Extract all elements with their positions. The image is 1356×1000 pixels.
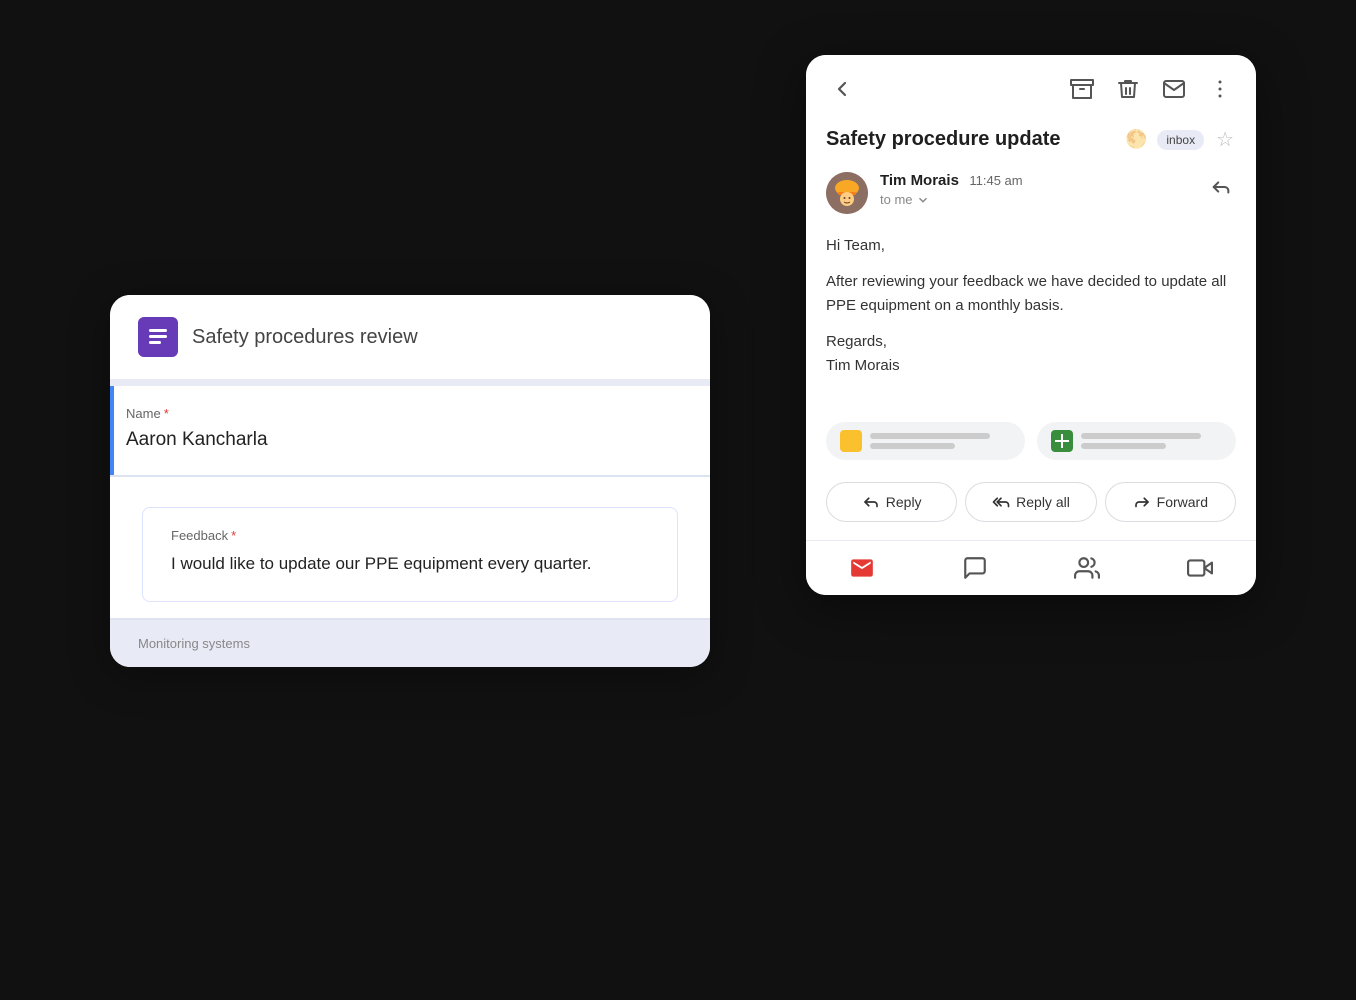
delete-button[interactable] (1112, 73, 1144, 105)
reply-button[interactable]: Reply (826, 482, 957, 522)
mail-nav-icon (849, 555, 875, 581)
email-greeting: Hi Team, (826, 234, 1236, 258)
nav-meet[interactable] (1144, 541, 1257, 595)
feedback-value: I would like to update our PPE equipment… (171, 551, 649, 577)
forms-card: Safety procedures review Name* Aaron Kan… (110, 295, 710, 667)
reply-action-icon (862, 493, 880, 511)
next-field: Monitoring systems (110, 620, 710, 667)
email-body-paragraph: After reviewing your feedback we have de… (826, 270, 1236, 318)
forms-header: Safety procedures review (110, 295, 710, 380)
smart-replies (806, 410, 1256, 472)
chevron-down-icon (916, 193, 930, 207)
subject-emoji: 🌕 (1125, 129, 1147, 150)
nav-spaces[interactable] (1031, 541, 1144, 595)
smart-reply-chip-1[interactable] (826, 422, 1025, 460)
feedback-wrapper: Feedback* I would like to update our PPE… (110, 477, 710, 602)
sender-avatar (826, 172, 868, 214)
sender-to-row[interactable]: to me (880, 192, 1194, 207)
sender-info: Tim Morais 11:45 am to me (880, 172, 1194, 207)
sender-name-row: Tim Morais 11:45 am (880, 172, 1194, 190)
forward-button[interactable]: Forward (1105, 482, 1236, 522)
star-button[interactable]: ☆ (1214, 125, 1236, 154)
feedback-field[interactable]: Feedback* I would like to update our PPE… (142, 507, 678, 602)
smart-chip-icon-1 (840, 430, 862, 452)
email-body: Hi Team, After reviewing your feedback w… (806, 230, 1256, 410)
nav-chat[interactable] (919, 541, 1032, 595)
feedback-label: Feedback* (171, 528, 649, 543)
reply-all-btn-label: Reply all (1016, 494, 1070, 510)
forms-title: Safety procedures review (192, 326, 418, 349)
sender-time: 11:45 am (969, 173, 1022, 188)
meet-nav-icon (1187, 555, 1213, 581)
smart-chip-icon-2 (1051, 430, 1073, 452)
back-button[interactable] (826, 73, 858, 105)
sender-row: Tim Morais 11:45 am to me (806, 164, 1256, 230)
bottom-nav (806, 540, 1256, 595)
name-field[interactable]: Name* Aaron Kancharla (110, 386, 710, 475)
topbar-right (1066, 73, 1236, 105)
email-subject: Safety procedure update (826, 128, 1115, 151)
plus-icon (1051, 430, 1073, 452)
chip-lines-2 (1081, 433, 1222, 449)
inline-reply-button[interactable] (1206, 172, 1236, 208)
topbar-left (826, 73, 858, 105)
reply-all-button[interactable]: Reply all (965, 482, 1096, 522)
nav-mail[interactable] (806, 541, 919, 595)
forms-icon (138, 317, 178, 357)
archive-button[interactable] (1066, 73, 1098, 105)
inbox-badge[interactable]: inbox (1157, 130, 1204, 150)
next-field-label: Monitoring systems (138, 636, 682, 651)
reply-icon (1210, 176, 1232, 198)
name-label: Name* (126, 406, 682, 421)
spaces-nav-icon (1074, 555, 1100, 581)
chip-lines-1 (870, 433, 1011, 449)
forward-btn-label: Forward (1157, 494, 1208, 510)
action-buttons: Reply Reply all Forward (806, 472, 1256, 540)
email-closing: Regards, Tim Morais (826, 330, 1236, 378)
subject-row: Safety procedure update 🌕 inbox ☆ (806, 119, 1256, 164)
chat-nav-icon (962, 555, 988, 581)
gmail-topbar (806, 55, 1256, 119)
forward-icon (1133, 493, 1151, 511)
mark-unread-button[interactable] (1158, 73, 1190, 105)
name-value: Aaron Kancharla (126, 429, 682, 451)
gmail-card: Safety procedure update 🌕 inbox ☆ Tim Mo… (806, 55, 1256, 595)
smart-reply-chip-2[interactable] (1037, 422, 1236, 460)
avatar-image (826, 172, 868, 214)
sender-name: Tim Morais (880, 172, 959, 189)
reply-all-icon (992, 493, 1010, 511)
more-options-button[interactable] (1204, 73, 1236, 105)
reply-btn-label: Reply (886, 494, 922, 510)
